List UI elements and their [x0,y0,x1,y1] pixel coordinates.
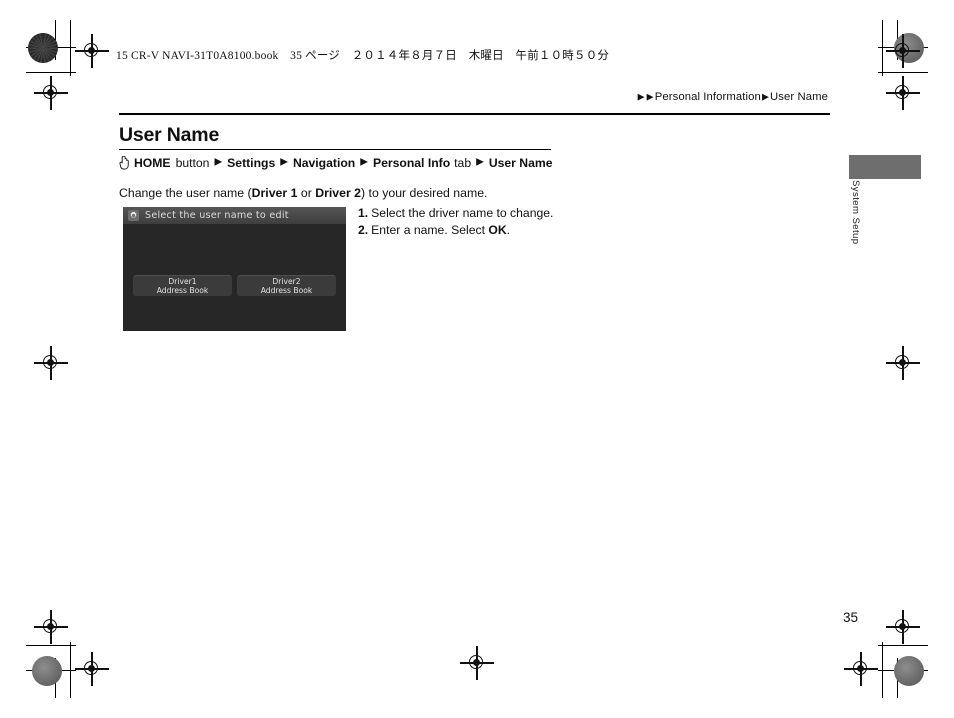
registration-mark [75,652,109,686]
side-tab-label: System Setup [850,180,861,245]
crop-line [882,642,884,698]
breadcrumb-section: Personal Information [654,91,761,103]
nav-item-tab-label: tab [454,155,472,170]
halftone-dot-target [894,656,924,686]
nav-item-home: HOME [134,155,171,170]
nav-item-button-label: button [175,155,210,170]
pointing-hand-icon [119,155,130,171]
device-title-text: Select the user name to edit [145,210,289,221]
title-divider [119,149,551,151]
halftone-dot-target [28,33,58,63]
crop-line [26,47,76,49]
nav-item-navigation: Navigation [292,155,356,170]
registration-mark [34,610,68,644]
driver-button-group: Driver1 Address Book Driver2 Address Boo… [133,275,336,296]
step-number: 1. [358,206,369,220]
crop-line [878,72,928,74]
intro-prefix: Change the user name ( [119,186,252,200]
crop-line [55,658,57,698]
steps-list: 1. Select the driver name to change. 2. En… [358,205,553,239]
intro-middle: or [297,186,316,200]
breadcrumb-page: User Name [769,91,828,103]
crop-line [55,20,57,60]
breadcrumb-arrow-icon: ▶ [761,91,769,102]
nav-separator-icon: ▶ [214,156,223,168]
breadcrumb-arrow-icon: ▶ [637,91,645,102]
nav-item-personal-info: Personal Info [372,155,451,170]
page-number: 35 [842,610,858,625]
device-body: Driver1 Address Book Driver2 Address Boo… [123,224,346,331]
crop-line [26,645,76,647]
step-text-suffix: . [506,223,511,237]
header-divider [119,113,830,115]
list-item: 2. Enter a name. Select OK. [358,222,553,239]
registration-mark [886,34,920,68]
crop-line [70,20,72,76]
nav-separator-icon: ▶ [360,156,368,168]
navigation-path: HOME button ▶ Settings ▶ Navigation ▶ Pe… [119,155,553,170]
crop-line [897,658,899,698]
driver1-button[interactable]: Driver1 Address Book [133,275,232,296]
nav-item-user-name: User Name [488,155,553,170]
registration-mark [886,346,920,380]
side-tab-block [849,155,921,179]
print-book-header: 15 CR-V NAVI-31T0A8100.book 35 ページ ２０１４年… [116,50,610,62]
halftone-dot-target [894,33,924,63]
crop-line [897,20,899,60]
driver1-button-line2: Address Book [156,286,209,295]
gear-icon [128,210,139,221]
registration-mark [34,76,68,110]
crop-line [26,72,76,74]
breadcrumb-arrow-icon: ▶ [646,91,654,102]
crop-line [882,20,884,76]
step-text: Enter a name. Select [371,223,489,237]
registration-mark [886,610,920,644]
driver1-button-line1: Driver1 [168,276,197,286]
step-number: 2. [358,223,369,237]
driver2-button-line2: Address Book [260,286,313,295]
step-ok-label: OK [488,223,507,237]
nav-separator-icon: ▶ [280,156,288,168]
crop-line [878,645,928,647]
step-text: Select the driver name to change. [371,206,554,220]
body-paragraph: Change the user name (Driver 1 or Driver… [119,186,487,200]
driver2-inline-label: Driver 2 [315,186,362,200]
device-screenshot: Select the user name to edit Driver1 Add… [123,207,346,331]
crop-line [878,670,928,672]
halftone-dot-target [32,656,62,686]
driver2-button[interactable]: Driver2 Address Book [237,275,336,296]
device-titlebar: Select the user name to edit [123,207,346,224]
list-item: 1. Select the driver name to change. [358,205,553,222]
print-crop-marks-layer [0,0,954,718]
driver1-inline-label: Driver 1 [251,186,298,200]
registration-mark [34,346,68,380]
registration-mark [886,76,920,110]
registration-mark [460,646,494,680]
driver2-button-line1: Driver2 [272,276,301,286]
crop-line [26,670,76,672]
crop-line [70,642,72,698]
breadcrumb: ▶ ▶Personal Information▶User Name [637,91,828,103]
registration-mark [75,34,109,68]
registration-mark [844,652,878,686]
intro-suffix: ) to your desired name. [361,186,488,200]
page-title: User Name [119,124,220,146]
nav-separator-icon: ▶ [476,156,484,168]
nav-item-settings: Settings [227,155,276,170]
crop-line [878,47,928,49]
